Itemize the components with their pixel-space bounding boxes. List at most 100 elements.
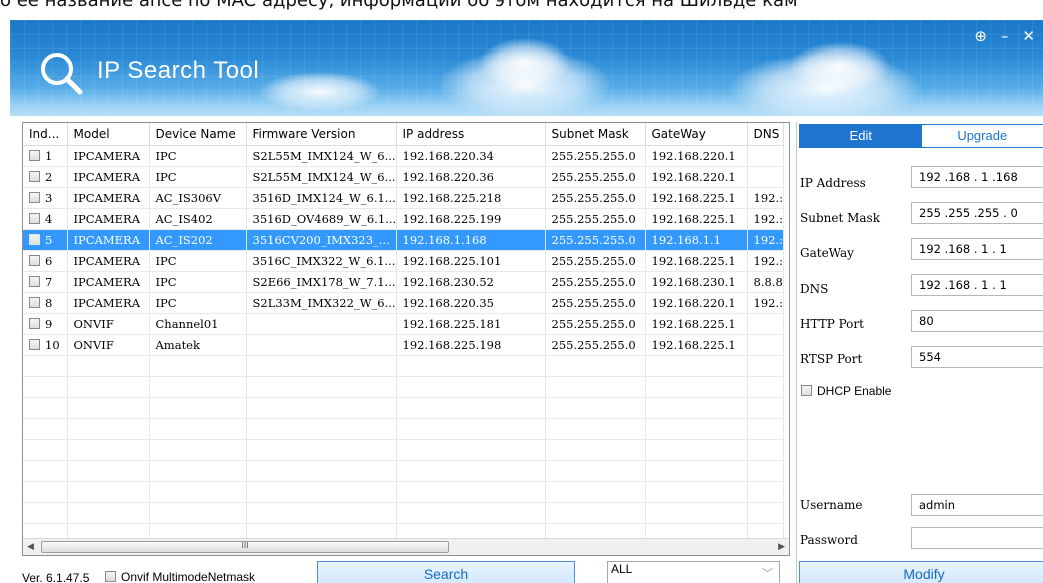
row-checkbox[interactable]: [29, 212, 40, 224]
table-row[interactable]: 4 IPCAMERA AC_IS402 3516D_OV4689_W_6.1.... 1…: [23, 208, 784, 230]
close-button[interactable]: ✕: [1022, 29, 1035, 44]
window-controls: ⊕ – ✕: [974, 29, 1035, 44]
column-header-model[interactable]: Model: [67, 123, 150, 146]
row-index: 10: [45, 337, 60, 352]
column-header-firmware[interactable]: Firmware Version: [246, 123, 397, 146]
dns-cell: [747, 313, 784, 335]
table-row[interactable]: 5 IPCAMERA AC_IS202 3516CV200_IMX323_... 192…: [23, 229, 784, 251]
index-cell: 8: [23, 292, 68, 314]
rtsp-port-field[interactable]: 554: [911, 346, 1043, 368]
row-index: 3: [45, 190, 53, 205]
device-name-cell: AC_IS402: [149, 208, 247, 230]
table-row[interactable]: 3 IPCAMERA AC_IS306V 3516D_IMX124_W_6.1....…: [23, 187, 784, 209]
dns-label: DNS: [800, 282, 829, 296]
row-checkbox[interactable]: [29, 275, 40, 287]
table-row[interactable]: 1 IPCAMERA IPC S2L55M_IMX124_W_6.... 192.168…: [23, 145, 784, 167]
column-header-dns[interactable]: DNS: [747, 123, 784, 146]
device-name-cell: AC_IS306V: [149, 187, 247, 209]
table-row[interactable]: 7 IPCAMERA IPC S2E66_IMX178_W_7.1.... 192.16…: [23, 271, 784, 293]
empty-row: [23, 418, 784, 440]
username-field[interactable]: admin: [911, 494, 1043, 516]
tab-edit[interactable]: Edit: [800, 125, 922, 147]
tab-upgrade[interactable]: Upgrade: [921, 125, 1043, 147]
checkbox-icon[interactable]: [105, 571, 116, 582]
table-row[interactable]: 2 IPCAMERA IPC S2L55M_IMX124_W_6.... 192.168…: [23, 166, 784, 188]
gateway-cell: 192.168.1.1: [645, 229, 748, 251]
firmware-cell: S2L33M_IMX322_W_6....: [246, 292, 397, 314]
row-checkbox[interactable]: [29, 338, 40, 350]
scroll-left-icon[interactable]: ◀: [27, 542, 34, 552]
column-header-ip[interactable]: IP address: [396, 123, 546, 146]
dns-cell: 8.8.8: [747, 271, 784, 293]
subnet-mask-cell: 255.255.255.0: [545, 271, 646, 293]
empty-row: [23, 376, 784, 398]
chevron-down-icon[interactable]: ﹀: [762, 567, 773, 581]
checkbox-icon[interactable]: [801, 385, 812, 396]
table-header: Ind... Model Device Name Firmware Versio…: [23, 123, 784, 146]
search-button[interactable]: Search: [317, 561, 575, 583]
index-cell: 5: [23, 229, 68, 251]
password-field[interactable]: [911, 527, 1043, 549]
table-row[interactable]: 9 ONVIF Channel01 192.168.225.181 255.255.25…: [23, 313, 784, 335]
model-cell: ONVIF: [67, 313, 150, 335]
gateway-cell: 192.168.225.1: [645, 208, 748, 230]
subnet-mask-label: Subnet Mask: [800, 211, 880, 225]
gateway-cell: 192.168.220.1: [645, 292, 748, 314]
dns-field[interactable]: 192 .168 . 1 . 1: [911, 274, 1043, 296]
table-row[interactable]: 6 IPCAMERA IPC 3516C_IMX322_W_6.1.... 192.16…: [23, 250, 784, 272]
empty-row: [23, 397, 784, 419]
table-row[interactable]: 8 IPCAMERA IPC S2L33M_IMX322_W_6.... 192.168…: [23, 292, 784, 314]
subnet-mask-cell: 255.255.255.0: [545, 334, 646, 356]
modify-button[interactable]: Modify: [799, 561, 1043, 583]
row-checkbox[interactable]: [29, 296, 40, 308]
version-label: Ver. 6.1.47.5: [22, 571, 90, 583]
ip-address-field[interactable]: 192 .168 . 1 .168: [911, 166, 1043, 188]
column-header-subnet-mask[interactable]: Subnet Mask: [545, 123, 646, 146]
rtsp-port-label: RTSP Port: [800, 352, 863, 366]
table-row[interactable]: 10 ONVIF Amatek 192.168.225.198 255.255.255.…: [23, 334, 784, 356]
ip-cell: 192.168.220.35: [396, 292, 546, 314]
subnet-mask-field[interactable]: 255 .255 .255 . 0: [911, 202, 1043, 224]
subnet-mask-cell: 255.255.255.0: [545, 313, 646, 335]
gateway-field[interactable]: 192 .168 . 1 . 1: [911, 238, 1043, 260]
gateway-cell: 192.168.225.1: [645, 334, 748, 356]
dns-cell: 192.:: [747, 292, 784, 314]
http-port-field[interactable]: 80: [911, 310, 1043, 332]
index-cell: 4: [23, 208, 68, 230]
empty-row: [23, 439, 784, 461]
gateway-cell: 192.168.230.1: [645, 271, 748, 293]
gateway-label: GateWay: [800, 246, 854, 260]
app-title: IP Search Tool: [97, 57, 260, 84]
firmware-cell: S2L55M_IMX124_W_6....: [246, 166, 397, 188]
header-banner: IP Search Tool ⊕ – ✕: [10, 20, 1043, 116]
onvif-multimode-checkbox[interactable]: Onvif MultimodeNetmask: [105, 570, 255, 583]
filter-value: ALL: [611, 562, 633, 576]
ip-cell: 192.168.230.52: [396, 271, 546, 293]
index-cell: 10: [23, 334, 68, 356]
horizontal-scrollbar[interactable]: ◀ III ▶: [23, 538, 789, 555]
row-checkbox[interactable]: [29, 233, 40, 245]
row-checkbox[interactable]: [29, 170, 40, 182]
scroll-thumb[interactable]: III: [41, 541, 449, 553]
row-checkbox[interactable]: [29, 317, 40, 329]
row-checkbox[interactable]: [29, 254, 40, 266]
dns-cell: 192.:: [747, 229, 784, 251]
ip-cell: 192.168.1.168: [396, 229, 546, 251]
password-label: Password: [800, 533, 858, 547]
subnet-mask-cell: 255.255.255.0: [545, 292, 646, 314]
row-checkbox[interactable]: [29, 191, 40, 203]
magnifier-icon: [41, 53, 83, 95]
minimize-button[interactable]: –: [1001, 29, 1009, 44]
dhcp-enable-checkbox[interactable]: DHCP Enable: [801, 384, 891, 398]
row-checkbox[interactable]: [29, 149, 40, 161]
column-header-index[interactable]: Ind...: [23, 123, 68, 146]
column-header-device-name[interactable]: Device Name: [149, 123, 247, 146]
model-filter-select[interactable]: ALL ﹀: [607, 561, 780, 583]
pin-icon[interactable]: ⊕: [974, 29, 987, 44]
subnet-mask-cell: 255.255.255.0: [545, 166, 646, 188]
column-header-gateway[interactable]: GateWay: [645, 123, 748, 146]
scroll-right-icon[interactable]: ▶: [778, 542, 785, 552]
edit-tabs: Edit Upgrade: [799, 124, 1043, 148]
model-cell: IPCAMERA: [67, 187, 150, 209]
subnet-mask-cell: 255.255.255.0: [545, 250, 646, 272]
